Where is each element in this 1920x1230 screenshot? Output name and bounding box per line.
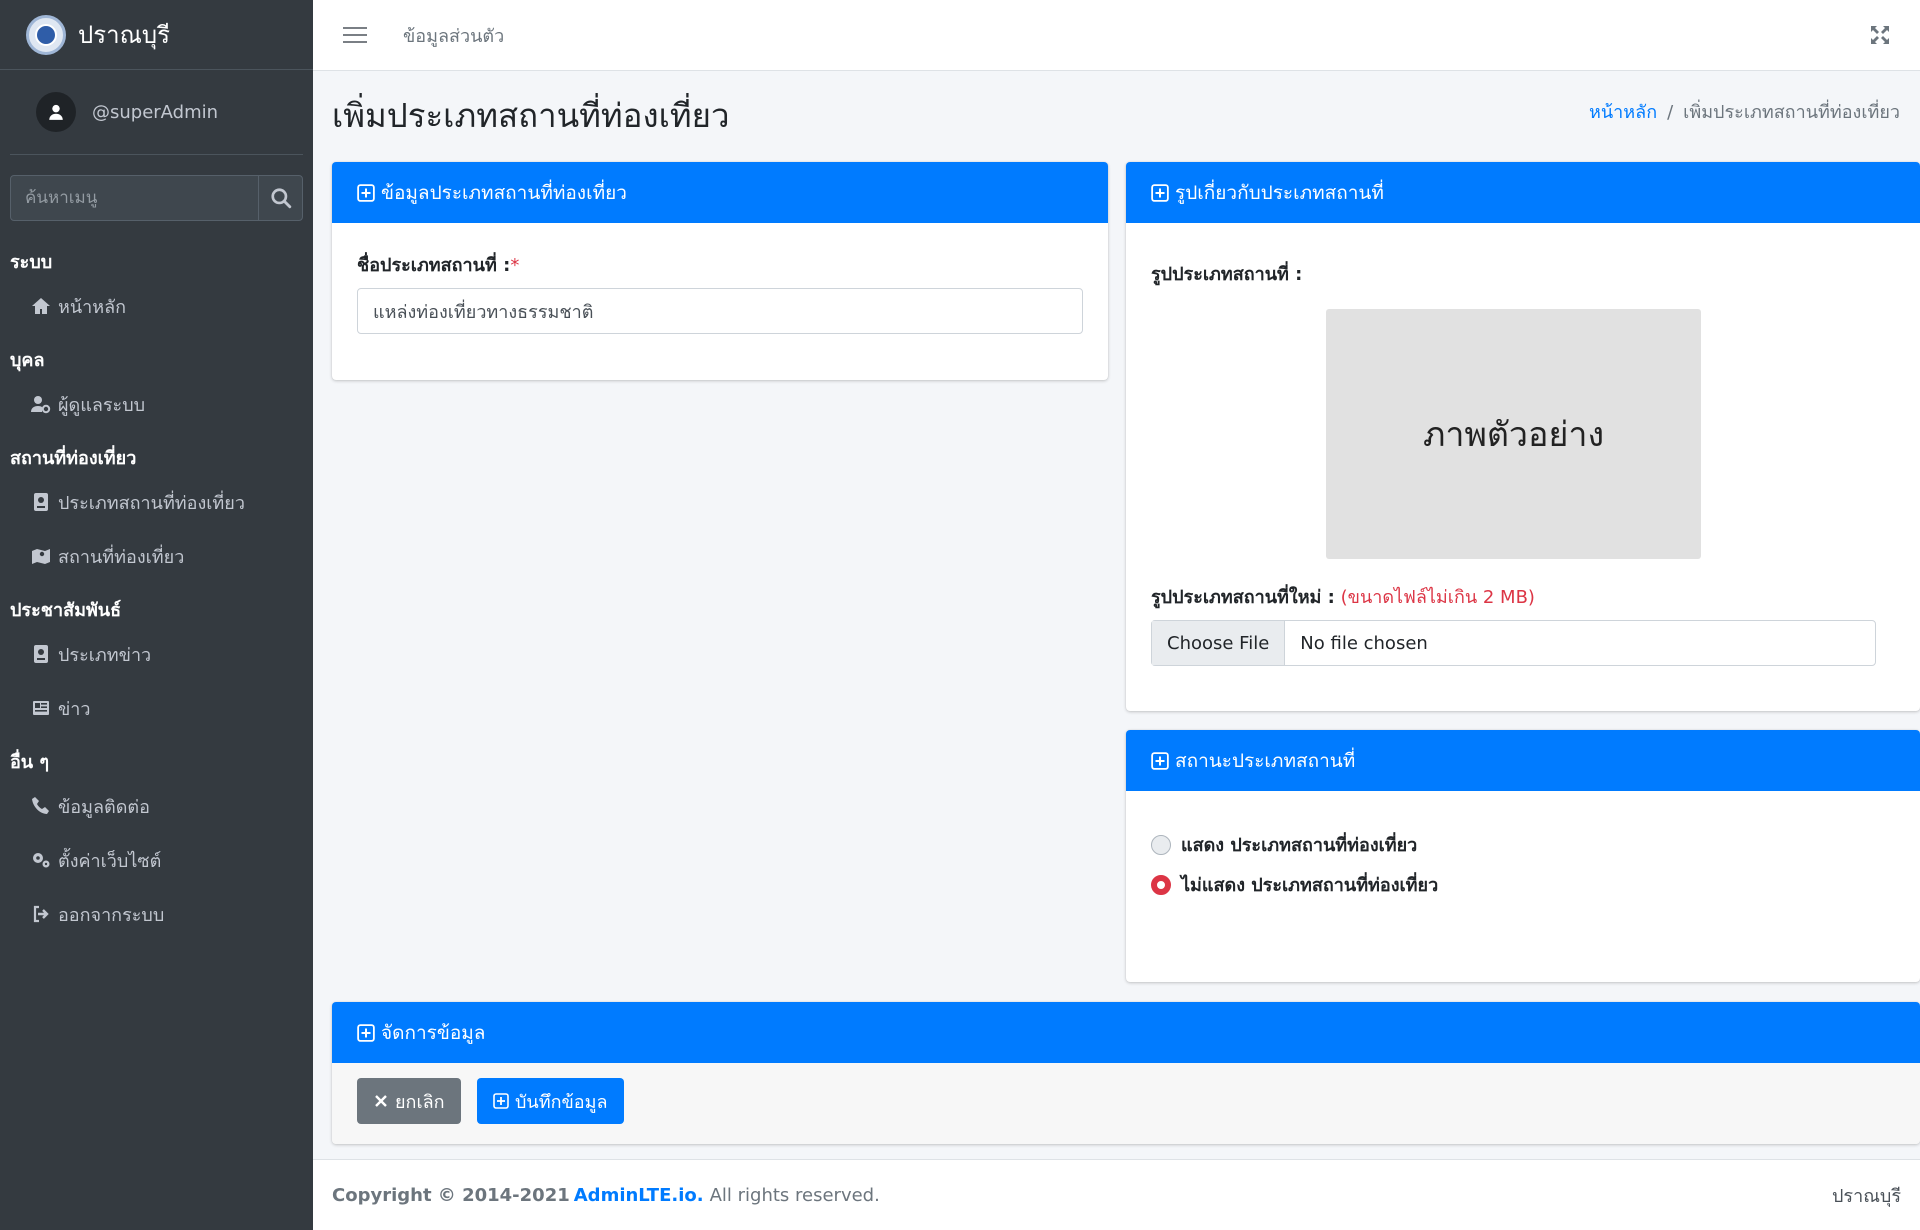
info-card: ข้อมูลประเภทสถานที่ท่องเที่ยว ชื่อประเภท…	[332, 162, 1108, 380]
manage-card-header: จัดการข้อมูล	[332, 1002, 1920, 1063]
radio-hide[interactable]	[1151, 874, 1171, 895]
breadcrumb: หน้าหลัก / เพิ่มประเภทสถานที่ท่องเที่ยว	[1589, 97, 1900, 126]
sidebar-item-contact[interactable]: ข้อมูลติดต่อ	[0, 779, 313, 833]
file-name-text: No file chosen	[1300, 632, 1428, 654]
status-card-header: สถานะประเภทสถานที่	[1126, 730, 1920, 791]
plus-square-icon	[357, 1023, 375, 1042]
breadcrumb-home-link[interactable]: หน้าหลัก	[1589, 102, 1657, 123]
nav-header-people: บุคล	[10, 350, 45, 371]
top-navbar: ข้อมูลส่วนตัว	[313, 0, 1920, 71]
map-icon	[30, 545, 52, 567]
book-icon	[30, 491, 52, 513]
save-button[interactable]: บันทึกข้อมูล	[477, 1078, 624, 1124]
status-card: สถานะประเภทสถานที่ แสดง ประเภทสถานที่ท่อ…	[1126, 730, 1920, 982]
name-field-wrap	[357, 288, 1083, 334]
brand-link[interactable]: ปราณบุรี	[0, 0, 313, 70]
menu-toggle-icon[interactable]	[343, 27, 367, 43]
brand-name: ปราณบุรี	[78, 21, 170, 49]
name-label: ชื่อประเภทสถานที่ :*	[357, 250, 519, 279]
new-image-label: รูปประเภทสถานที่ใหม่ :	[1151, 587, 1335, 608]
sidebar-item-news[interactable]: ข่าว	[0, 681, 313, 735]
manage-card: จัดการข้อมูล ยกเลิก บันทึกข้อมูล	[332, 1002, 1920, 1144]
status-option-show-label: แสดง ประเภทสถานที่ท่องเที่ยว	[1181, 835, 1418, 856]
sidebar-item-home[interactable]: หน้าหลัก	[0, 279, 313, 333]
info-card-title: ข้อมูลประเภทสถานที่ท่องเที่ยว	[381, 181, 627, 204]
image-card: รูปเกี่ยวกับประเภทสถานที่ รูปประเภทสถานท…	[1126, 162, 1920, 711]
breadcrumb-current: เพิ่มประเภทสถานที่ท่องเที่ยว	[1683, 102, 1900, 123]
image-card-title: รูปเกี่ยวกับประเภทสถานที่	[1175, 181, 1384, 204]
sidebar-search-button[interactable]	[258, 176, 302, 220]
status-option-hide-label: ไม่แสดง ประเภทสถานที่ท่องเที่ยว	[1181, 875, 1439, 896]
user-avatar-icon	[36, 92, 76, 132]
book-icon	[30, 643, 52, 665]
cancel-button-label: ยกเลิก	[395, 1091, 445, 1113]
fullscreen-icon[interactable]	[1870, 25, 1890, 45]
sidebar-item-settings[interactable]: ตั้งค่าเว็บไซต์	[0, 833, 313, 887]
brand-logo-icon	[26, 14, 66, 55]
radio-show[interactable]	[1151, 834, 1171, 855]
plus-square-icon	[1151, 751, 1169, 770]
adminlte-link[interactable]: AdminLTE.io.	[574, 1185, 704, 1206]
new-image-label-row: รูปประเภทสถานที่ใหม่ : (ขนาดไฟล์ไม่เกิน …	[1151, 582, 1535, 611]
image-card-header: รูปเกี่ยวกับประเภทสถานที่	[1126, 162, 1920, 223]
sidebar-item-place-types[interactable]: ประเภทสถานที่ท่องเที่ยว	[0, 475, 313, 529]
sidebar-item-label: ประเภทข่าว	[58, 644, 152, 666]
page-title: เพิ่มประเภทสถานที่ท่องเที่ยว	[332, 96, 730, 135]
place-type-name-input[interactable]	[357, 288, 1083, 334]
manage-card-title: จัดการข้อมูล	[381, 1021, 486, 1044]
newspaper-icon	[30, 697, 52, 719]
name-label-text: ชื่อประเภทสถานที่ :	[357, 255, 511, 276]
sidebar-item-logout[interactable]: ออกจากระบบ	[0, 887, 313, 941]
file-input[interactable]: Choose File No file chosen	[1151, 620, 1876, 666]
search-icon	[270, 188, 291, 209]
sign-out-icon	[30, 903, 52, 925]
user-name: @superAdmin	[92, 101, 219, 123]
sidebar-search	[10, 175, 303, 221]
current-image-label: รูปประเภทสถานที่ :	[1151, 264, 1303, 285]
choose-file-button[interactable]: Choose File	[1152, 621, 1286, 665]
status-option-hide[interactable]: ไม่แสดง ประเภทสถานที่ท่องเที่ยว	[1151, 870, 1438, 899]
nav-header-other: อื่น ๆ	[10, 752, 50, 773]
user-cog-icon	[30, 393, 52, 415]
plus-square-icon	[493, 1093, 509, 1109]
sidebar-item-label: ข้อมูลติดต่อ	[58, 796, 150, 818]
sidebar-item-label: หน้าหลัก	[58, 296, 127, 318]
rights-text: All rights reserved.	[709, 1184, 880, 1206]
close-icon	[375, 1095, 387, 1107]
nav-header-system: ระบบ	[10, 252, 53, 273]
plus-square-icon	[1151, 183, 1169, 202]
breadcrumb-separator: /	[1667, 102, 1674, 123]
required-mark: *	[510, 255, 520, 276]
user-panel[interactable]: @superAdmin	[10, 70, 303, 155]
nav-header-pr: ประชาสัมพันธ์	[10, 600, 122, 621]
phone-icon	[30, 795, 52, 817]
sidebar-search-input[interactable]	[11, 176, 258, 220]
sidebar-item-news-types[interactable]: ประเภทข่าว	[0, 627, 313, 681]
sidebar-item-label: ออกจากระบบ	[58, 904, 165, 926]
sidebar-item-label: ผู้ดูแลระบบ	[58, 394, 146, 416]
sidebar-item-admins[interactable]: ผู้ดูแลระบบ	[0, 377, 313, 431]
main-footer: Copyright © 2014-2021 AdminLTE.io. All r…	[313, 1159, 1920, 1230]
home-icon	[30, 295, 52, 317]
save-button-label: บันทึกข้อมูล	[515, 1091, 608, 1113]
info-card-header: ข้อมูลประเภทสถานที่ท่องเที่ยว	[332, 162, 1108, 223]
sidebar-item-label: ข่าว	[58, 698, 91, 720]
sidebar-item-label: ประเภทสถานที่ท่องเที่ยว	[58, 492, 245, 514]
sidebar-item-label: ตั้งค่าเว็บไซต์	[58, 850, 162, 872]
copyright-text: Copyright © 2014-2021	[332, 1184, 570, 1206]
cancel-button[interactable]: ยกเลิก	[357, 1078, 461, 1124]
sidebar-item-places[interactable]: สถานที่ท่องเที่ยว	[0, 529, 313, 583]
footer-right-text: ปราณบุรี	[1832, 1185, 1901, 1207]
sidebar: ปราณบุรี @superAdmin ระบบ หน้าหลัก บุคล …	[0, 0, 313, 1230]
plus-square-icon	[357, 183, 375, 202]
profile-link[interactable]: ข้อมูลส่วนตัว	[403, 21, 504, 50]
nav-header-places: สถานที่ท่องเที่ยว	[10, 448, 137, 469]
sidebar-item-label: สถานที่ท่องเที่ยว	[58, 546, 185, 568]
file-size-note: (ขนาดไฟล์ไม่เกิน 2 MB)	[1340, 587, 1535, 608]
gears-icon	[30, 849, 52, 871]
image-preview: ภาพตัวอย่าง	[1326, 309, 1701, 559]
status-option-show[interactable]: แสดง ประเภทสถานที่ท่องเที่ยว	[1151, 830, 1417, 859]
status-card-title: สถานะประเภทสถานที่	[1175, 749, 1356, 772]
